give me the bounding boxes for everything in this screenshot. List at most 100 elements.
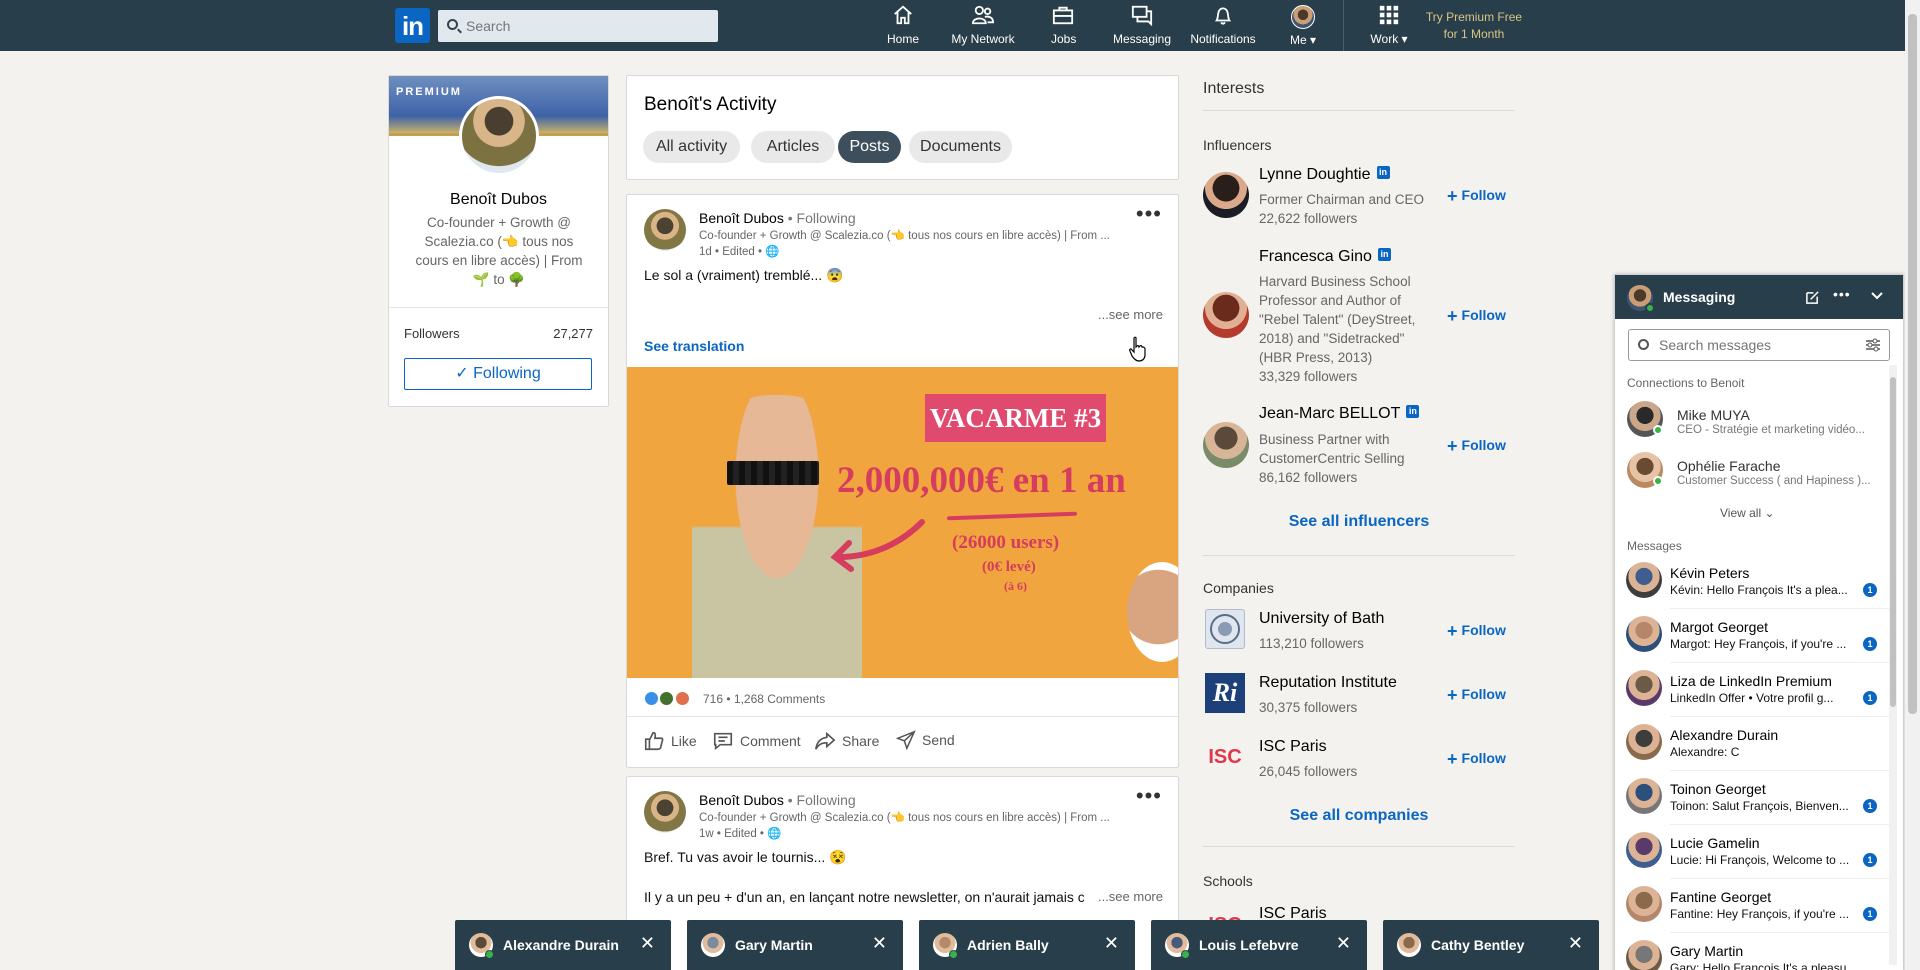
see-more-link[interactable]: ...see more xyxy=(1098,889,1163,904)
connection-name[interactable]: Ophélie Farache xyxy=(1677,458,1781,474)
influencer-avatar[interactable] xyxy=(1203,172,1249,218)
tab-posts[interactable]: Posts xyxy=(838,131,901,163)
message-preview[interactable]: Toinon: Salut François, Bienven... xyxy=(1670,799,1860,813)
post-image[interactable]: VACARME #3 2,000,000€ en 1 an (26000 use… xyxy=(627,367,1178,678)
messaging-header[interactable]: Messaging ••• xyxy=(1615,275,1903,319)
post-author-avatar[interactable] xyxy=(644,209,686,251)
nav-messaging[interactable]: Messaging xyxy=(1113,4,1171,48)
message-avatar[interactable] xyxy=(1626,832,1662,868)
chat-tab[interactable]: Alexandre Durain ✕ xyxy=(455,920,671,970)
company-name[interactable]: ISC Paris xyxy=(1259,738,1327,756)
nav-work[interactable]: Work ▾ xyxy=(1367,4,1411,48)
chevron-down-icon[interactable] xyxy=(1870,291,1884,301)
message-sender[interactable]: Fantine Georget xyxy=(1670,889,1771,905)
close-icon[interactable]: ✕ xyxy=(872,933,887,954)
reaction-icons[interactable] xyxy=(644,690,690,708)
nav-me[interactable]: Me ▾ xyxy=(1286,4,1320,48)
isc-paris-logo[interactable]: ISC xyxy=(1205,737,1245,777)
follow-button[interactable]: + Follow xyxy=(1447,186,1506,207)
close-icon[interactable]: ✕ xyxy=(640,933,655,954)
try-premium-link[interactable]: Try Premium Free for 1 Month xyxy=(1420,9,1528,43)
like-button[interactable]: Like xyxy=(643,730,697,752)
follow-button[interactable]: + Follow xyxy=(1447,436,1506,457)
nav-jobs[interactable]: Jobs xyxy=(1051,4,1076,48)
tab-articles[interactable]: Articles xyxy=(751,131,835,163)
linkedin-logo[interactable]: in xyxy=(395,8,430,43)
nav-my-network[interactable]: My Network xyxy=(950,4,1016,48)
nav-notifications[interactable]: Notifications xyxy=(1188,4,1258,48)
message-avatar[interactable] xyxy=(1626,778,1662,814)
message-preview[interactable]: Gary: Hello François It's a pleasu... xyxy=(1670,961,1860,970)
page-scrollbar[interactable] xyxy=(1905,0,1920,970)
view-all-link[interactable]: View all ⌄ xyxy=(1720,506,1775,520)
company-name[interactable]: University of Bath xyxy=(1259,610,1384,628)
influencer-name[interactable]: Jean-Marc BELLOT in xyxy=(1259,405,1420,423)
university-of-bath-logo[interactable] xyxy=(1205,609,1245,649)
see-translation-link[interactable]: See translation xyxy=(644,338,744,354)
influencer-name[interactable]: Lynne Doughtie in xyxy=(1259,166,1390,184)
message-preview[interactable]: Kévin: Hello François It's a plea... xyxy=(1670,583,1860,597)
message-sender[interactable]: Kévin Peters xyxy=(1670,565,1749,581)
reaction-count[interactable]: 716 • 1,268 Comments xyxy=(703,692,825,706)
company-name[interactable]: Reputation Institute xyxy=(1259,674,1397,692)
filter-icon[interactable] xyxy=(1865,338,1881,352)
reputation-institute-logo[interactable]: Ri xyxy=(1205,673,1245,713)
message-preview[interactable]: Margot: Hey François, if you're ... xyxy=(1670,637,1860,651)
message-avatar[interactable] xyxy=(1626,886,1662,922)
compose-icon[interactable] xyxy=(1805,290,1820,305)
see-all-companies-link[interactable]: See all companies xyxy=(1203,807,1515,825)
influencer-avatar[interactable] xyxy=(1203,422,1249,468)
more-options-icon[interactable]: ••• xyxy=(1136,203,1162,225)
profile-name[interactable]: Benoît Dubos xyxy=(389,191,608,209)
post-author-name[interactable]: Benoît Dubos xyxy=(699,792,784,808)
tab-all-activity[interactable]: All activity xyxy=(643,131,740,163)
tab-documents[interactable]: Documents xyxy=(909,131,1012,163)
message-sender[interactable]: Gary Martin xyxy=(1670,943,1743,959)
message-sender[interactable]: Alexandre Durain xyxy=(1670,727,1778,743)
send-button[interactable]: Send xyxy=(896,730,955,750)
follow-button[interactable]: + Follow xyxy=(1447,306,1506,327)
post-author-name[interactable]: Benoît Dubos xyxy=(699,210,784,226)
messaging-scrollbar[interactable] xyxy=(1889,365,1897,965)
close-icon[interactable]: ✕ xyxy=(1104,933,1119,954)
connection-name[interactable]: Mike MUYA xyxy=(1677,407,1750,423)
follow-button[interactable]: + Follow xyxy=(1447,685,1506,706)
comment-button[interactable]: Comment xyxy=(712,730,801,752)
chat-tab[interactable]: Louis Lefebvre ✕ xyxy=(1151,920,1367,970)
more-options-icon[interactable]: ••• xyxy=(1136,785,1162,807)
message-preview[interactable]: Lucie: Hi François, Welcome to ... xyxy=(1670,853,1860,867)
following-button[interactable]: ✓ Following xyxy=(404,358,592,390)
close-icon[interactable]: ✕ xyxy=(1568,933,1583,954)
share-button[interactable]: Share xyxy=(814,730,879,752)
see-more-link[interactable]: ...see more xyxy=(1098,307,1163,322)
follow-button[interactable]: + Follow xyxy=(1447,621,1506,642)
see-all-influencers-link[interactable]: See all influencers xyxy=(1203,513,1515,531)
influencer-avatar[interactable] xyxy=(1203,292,1249,338)
search-bar[interactable] xyxy=(438,10,718,42)
message-search-bar[interactable] xyxy=(1628,329,1890,361)
influencer-name[interactable]: Francesca Gino in xyxy=(1259,248,1391,266)
message-avatar[interactable] xyxy=(1626,724,1662,760)
message-avatar[interactable] xyxy=(1626,616,1662,652)
chat-tab[interactable]: Cathy Bentley ✕ xyxy=(1383,920,1599,970)
chat-tab[interactable]: Gary Martin ✕ xyxy=(687,920,903,970)
message-avatar[interactable] xyxy=(1626,562,1662,598)
message-sender[interactable]: Toinon Georget xyxy=(1670,781,1766,797)
message-sender[interactable]: Margot Georget xyxy=(1670,619,1768,635)
scrollbar-thumb[interactable] xyxy=(1908,14,1917,714)
message-sender[interactable]: Lucie Gamelin xyxy=(1670,835,1760,851)
message-search-input[interactable] xyxy=(1659,330,1849,360)
nav-home[interactable]: Home xyxy=(886,4,920,48)
message-preview[interactable]: Fantine: Hey François, if you're ... xyxy=(1670,907,1860,921)
close-icon[interactable]: ✕ xyxy=(1336,933,1351,954)
message-avatar[interactable] xyxy=(1626,670,1662,706)
message-preview[interactable]: LinkedIn Offer • Votre profil g... xyxy=(1670,691,1860,705)
message-sender[interactable]: Liza de LinkedIn Premium xyxy=(1670,673,1832,689)
scrollbar-thumb[interactable] xyxy=(1890,377,1896,707)
more-options-icon[interactable]: ••• xyxy=(1833,286,1851,302)
profile-avatar[interactable] xyxy=(459,96,539,176)
message-avatar[interactable] xyxy=(1626,940,1662,970)
follow-button[interactable]: + Follow xyxy=(1447,749,1506,770)
chat-tab[interactable]: Adrien Bally ✕ xyxy=(919,920,1135,970)
message-preview[interactable]: Alexandre: C xyxy=(1670,745,1860,759)
